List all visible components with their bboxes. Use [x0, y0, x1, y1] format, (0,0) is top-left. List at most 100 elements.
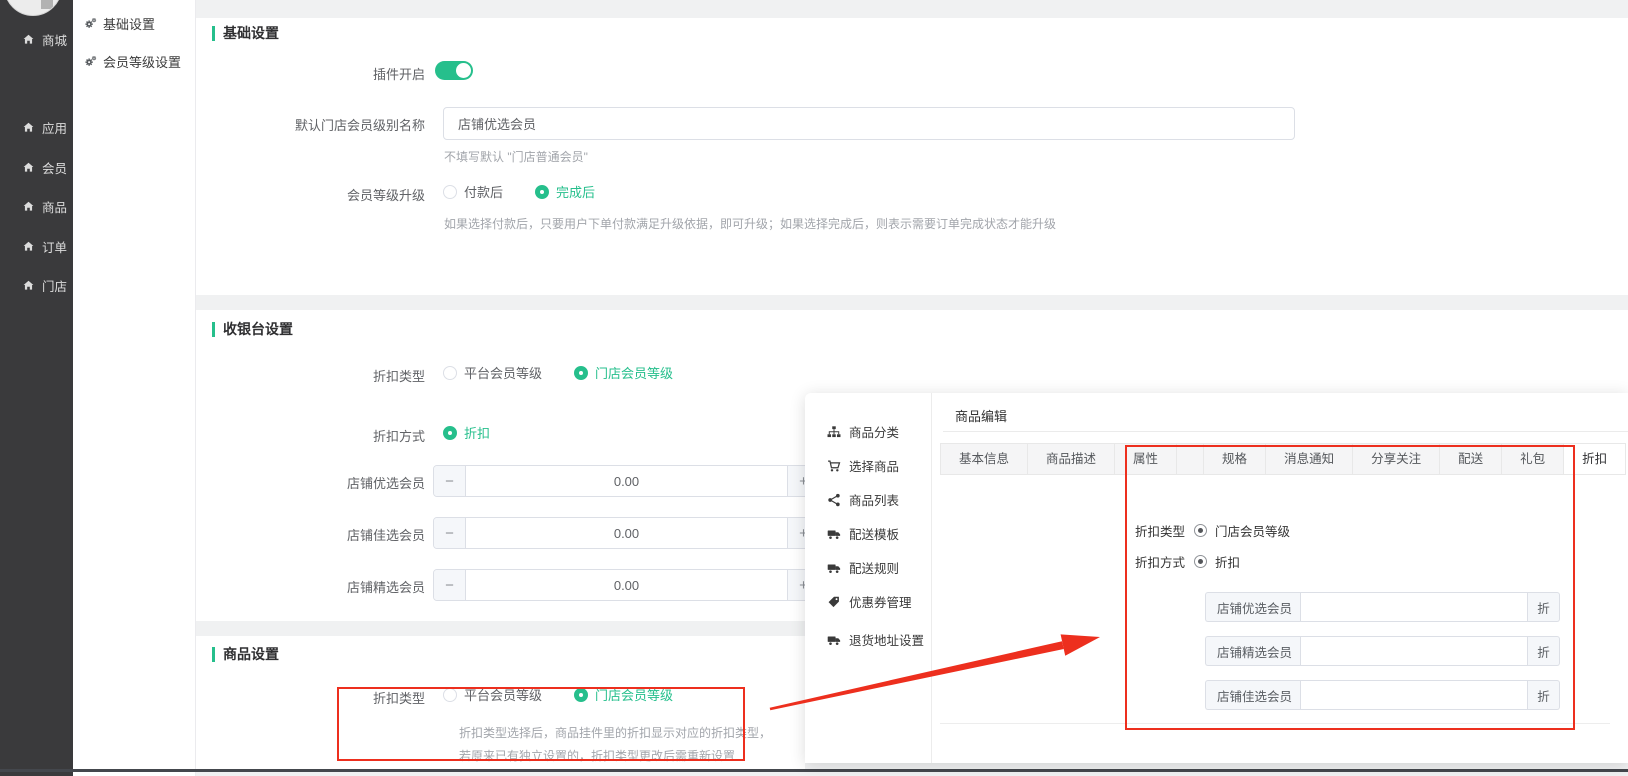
overlay-field-youxuan: 店铺优选会员 折: [1205, 592, 1560, 622]
radio-after-completion[interactable]: 完成后: [535, 182, 595, 201]
overlay-menu-label: 商品分类: [849, 422, 899, 441]
tab-message-notify[interactable]: 消息通知: [1265, 443, 1353, 475]
field-suffix-zhe: 折: [1528, 592, 1560, 622]
stepper-value[interactable]: 0.00: [466, 518, 787, 548]
radio-selected[interactable]: [1194, 524, 1207, 537]
overlay-title-divider: [943, 431, 1628, 432]
radio-label: 平台会员等级: [464, 685, 542, 704]
product-edit-overlay: 商品分类 选择商品 商品列表 配送模板: [805, 393, 1628, 763]
overlay-title: 商品编辑: [955, 406, 1007, 425]
truck-icon: [827, 561, 841, 575]
overlay-discount-type-value: 门店会员等级: [1215, 521, 1290, 540]
section-title-text: 商品设置: [223, 644, 279, 664]
sidebar-item-stores[interactable]: 门店: [22, 276, 67, 295]
level-jiaxuan-stepper: − 0.00 +: [433, 517, 820, 549]
tab-specs[interactable]: 规格: [1203, 443, 1266, 475]
radio-dot-selected: [443, 426, 457, 440]
upgrade-rule-label: 会员等级升级: [196, 185, 425, 204]
radio-after-payment[interactable]: 付款后: [443, 182, 503, 201]
decrement-button[interactable]: −: [434, 518, 466, 548]
tab-spacer: [1176, 443, 1204, 475]
home-icon: [22, 279, 35, 292]
overlay-bottom-divider: [940, 723, 1610, 724]
tab-gift-pack[interactable]: 礼包: [1501, 443, 1564, 475]
sidebar-item-mall[interactable]: 商城: [22, 30, 67, 49]
tab-share-follow[interactable]: 分享关注: [1352, 443, 1440, 475]
overlay-menu-delivery-rules[interactable]: 配送规则: [827, 558, 899, 577]
avatar[interactable]: [4, 0, 62, 16]
overlay-sidebar: 商品分类 选择商品 商品列表 配送模板: [805, 393, 932, 763]
sidebar-item-apps[interactable]: 应用: [22, 118, 67, 137]
radio-dot-selected: [574, 688, 588, 702]
product-discount-type-label: 折扣类型: [196, 688, 425, 707]
discount-input-youxuan[interactable]: [1300, 592, 1528, 622]
radio-platform-level[interactable]: 平台会员等级: [443, 363, 542, 382]
home-icon: [22, 121, 35, 134]
overlay-discount-mode-row: 折扣方式 折扣: [1135, 552, 1240, 571]
radio-selected[interactable]: [1194, 555, 1207, 568]
sidebar-item-label: 门店: [42, 276, 67, 295]
field-suffix-zhe: 折: [1528, 680, 1560, 710]
cashier-discount-mode-label: 折扣方式: [196, 426, 425, 445]
submenu-item-member-level-settings[interactable]: 会员等级设置: [84, 52, 181, 71]
decrement-button[interactable]: −: [434, 570, 466, 600]
avatar-pattern: [41, 0, 53, 9]
overlay-menu-product-category[interactable]: 商品分类: [827, 422, 899, 441]
level-jiaxuan-label: 店铺佳选会员: [196, 525, 425, 544]
product-discount-type-group: 平台会员等级 门店会员等级: [443, 685, 673, 704]
tab-discount[interactable]: 折扣: [1563, 443, 1626, 475]
radio-dot: [443, 366, 457, 380]
radio-store-level[interactable]: 门店会员等级: [574, 363, 673, 382]
section-accent-bar: [212, 647, 215, 662]
basic-settings-card: 基础设置 插件开启 默认门店会员级别名称 不填写默认 "门店普通会员" 会员等级…: [196, 18, 1628, 295]
upgrade-radio-group: 付款后 完成后: [443, 182, 595, 201]
cart-icon: [827, 459, 841, 473]
stepper-value[interactable]: 0.00: [466, 570, 787, 600]
primary-sidebar: 商城 应用 会员 商品 订单 门店: [0, 0, 73, 776]
default-level-name-label: 默认门店会员级别名称: [196, 115, 425, 134]
section-title-text: 收银台设置: [223, 319, 293, 339]
overlay-menu-return-address[interactable]: 退货地址设置: [827, 630, 924, 649]
sidebar-item-orders[interactable]: 订单: [22, 237, 67, 256]
field-prepend-label: 店铺佳选会员: [1205, 680, 1300, 710]
overlay-menu-delivery-template[interactable]: 配送模板: [827, 524, 899, 543]
default-level-name-input[interactable]: [443, 107, 1295, 140]
sidebar-item-products[interactable]: 商品: [22, 197, 67, 216]
level-youxuan-label: 店铺优选会员: [196, 473, 425, 492]
overlay-discount-type-label: 折扣类型: [1135, 521, 1185, 540]
sidebar-item-members[interactable]: 会员: [22, 158, 67, 177]
product-discount-hint-line1: 折扣类型选择后，商品挂件里的折扣显示对应的折扣类型，: [459, 724, 771, 741]
home-icon: [22, 33, 35, 46]
tab-delivery[interactable]: 配送: [1439, 443, 1502, 475]
overlay-menu-coupon-management[interactable]: 优惠券管理: [827, 592, 912, 611]
tab-basic-info[interactable]: 基本信息: [940, 443, 1028, 475]
section-accent-bar: [212, 322, 215, 337]
plugin-enabled-label: 插件开启: [196, 64, 425, 83]
radio-platform-level[interactable]: 平台会员等级: [443, 685, 542, 704]
radio-discount[interactable]: 折扣: [443, 423, 490, 442]
stepper-value[interactable]: 0.00: [466, 466, 787, 496]
gears-icon: [84, 17, 97, 30]
default-level-name-hint: 不填写默认 "门店普通会员": [444, 148, 588, 165]
plugin-toggle[interactable]: [435, 61, 473, 80]
discount-input-jingxuan[interactable]: [1300, 636, 1528, 666]
overlay-menu-product-list[interactable]: 商品列表: [827, 490, 899, 509]
radio-label: 门店会员等级: [595, 363, 673, 382]
tab-attributes[interactable]: 属性: [1114, 443, 1177, 475]
decrement-button[interactable]: −: [434, 466, 466, 496]
toggle-knob: [456, 63, 471, 78]
radio-store-level[interactable]: 门店会员等级: [574, 685, 673, 704]
overlay-menu-select-product[interactable]: 选择商品: [827, 456, 899, 475]
section-title-text: 基础设置: [223, 23, 279, 43]
radio-label: 折扣: [464, 423, 490, 442]
sidebar-item-label: 商城: [42, 30, 67, 49]
cashier-discount-type-label: 折扣类型: [196, 366, 425, 385]
overlay-discount-mode-value: 折扣: [1215, 552, 1240, 571]
submenu-item-basic-settings[interactable]: 基础设置: [84, 14, 155, 33]
level-jingxuan-label: 店铺精选会员: [196, 577, 425, 596]
tab-product-description[interactable]: 商品描述: [1027, 443, 1115, 475]
radio-label: 门店会员等级: [595, 685, 673, 704]
level-youxuan-stepper: − 0.00 +: [433, 465, 820, 497]
discount-input-jiaxuan[interactable]: [1300, 680, 1528, 710]
overlay-discount-mode-label: 折扣方式: [1135, 552, 1185, 571]
